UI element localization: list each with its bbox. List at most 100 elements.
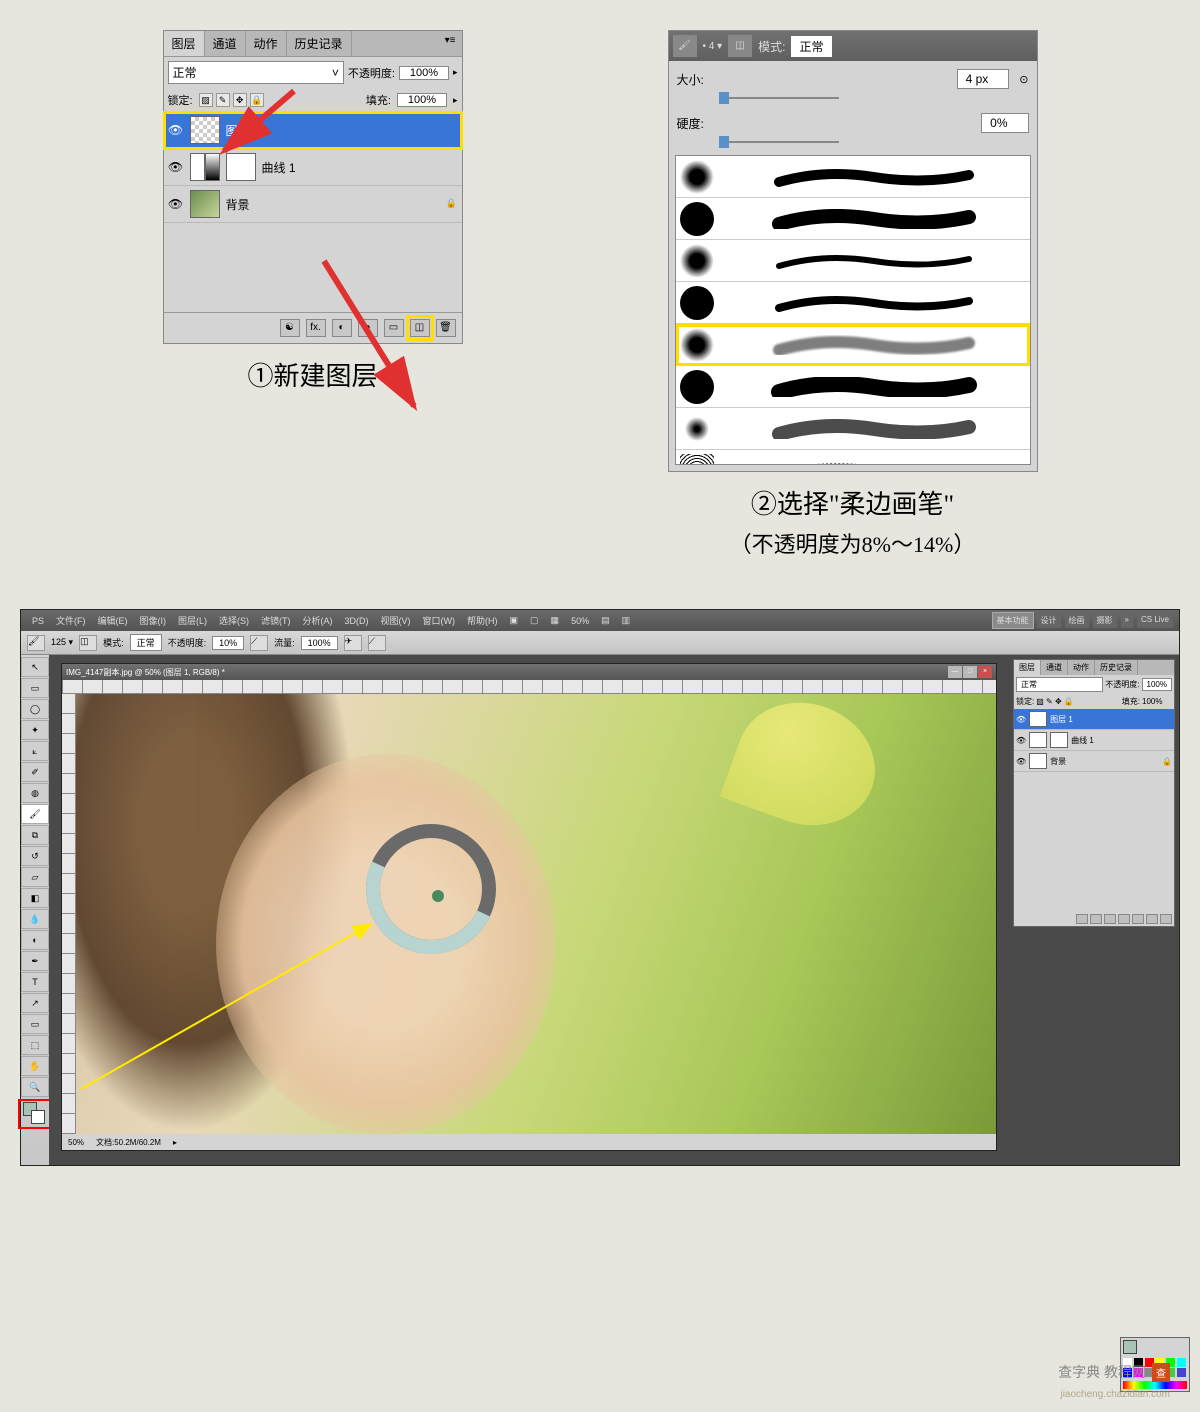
- color-swatch[interactable]: [21, 1102, 49, 1126]
- minimize-button[interactable]: —: [948, 666, 962, 678]
- brush-panel-toggle-icon[interactable]: ◫: [728, 35, 752, 57]
- brush-preset-item[interactable]: [676, 282, 1030, 324]
- dodge-tool[interactable]: ◐: [21, 930, 49, 950]
- lock-pixels-icon[interactable]: ✎: [216, 93, 230, 107]
- trash-icon[interactable]: [1160, 914, 1172, 924]
- path-tool[interactable]: ↗: [21, 993, 49, 1013]
- new-icon[interactable]: [1146, 914, 1158, 924]
- horizontal-ruler[interactable]: [62, 680, 996, 694]
- stamp-tool[interactable]: ⧉: [21, 825, 49, 845]
- brush-size-picker[interactable]: 125 ▾: [51, 637, 73, 648]
- menu-3d[interactable]: 3D(D): [340, 614, 374, 628]
- mask-icon[interactable]: [1104, 914, 1116, 924]
- background-color[interactable]: [31, 1110, 45, 1124]
- layer-row-background[interactable]: 👁 背景 🔒: [164, 186, 462, 223]
- cs-live-button[interactable]: CS Live: [1137, 613, 1173, 628]
- menu-select[interactable]: 选择(S): [214, 612, 254, 629]
- blur-tool[interactable]: 💧: [21, 909, 49, 929]
- workspace-photography[interactable]: 摄影: [1093, 613, 1117, 628]
- mode-select[interactable]: 正常: [130, 634, 162, 651]
- visibility-icon[interactable]: 👁: [1016, 715, 1026, 724]
- brush-tool-icon[interactable]: 🖌: [673, 35, 697, 57]
- workspace-painting[interactable]: 绘画: [1065, 613, 1089, 628]
- hardness-input[interactable]: 0%: [981, 113, 1028, 133]
- tab-history[interactable]: 历史记录: [287, 31, 352, 56]
- brush-preset-item[interactable]: [676, 156, 1030, 198]
- layer-mask-icon[interactable]: ◐: [332, 319, 352, 337]
- adjustment-icon[interactable]: [1118, 914, 1130, 924]
- tab-layers[interactable]: 图层: [164, 31, 205, 56]
- menu-layer[interactable]: 图层(L): [173, 612, 212, 629]
- mini-tab-actions[interactable]: 动作: [1068, 660, 1095, 675]
- view-icon[interactable]: ▥: [617, 613, 636, 628]
- flyout-icon[interactable]: ⊙: [1019, 73, 1028, 86]
- visibility-icon[interactable]: 👁: [1016, 757, 1026, 766]
- brush-tool[interactable]: 🖌: [21, 804, 49, 824]
- marquee-tool[interactable]: ▭: [21, 678, 49, 698]
- layer-mask-thumbnail[interactable]: [1050, 732, 1068, 748]
- brush-preset-item[interactable]: [676, 198, 1030, 240]
- menu-window[interactable]: 窗口(W): [418, 612, 461, 629]
- link-layers-icon[interactable]: ☯: [280, 319, 300, 337]
- menu-filter[interactable]: 滤镜(T): [256, 612, 296, 629]
- visibility-icon[interactable]: 👁: [1016, 736, 1026, 745]
- close-button[interactable]: ×: [978, 666, 992, 678]
- layer-row-curves[interactable]: 👁 曲线 1: [164, 149, 462, 186]
- brush-hud-ring[interactable]: [366, 824, 496, 954]
- brush-preset-item-soft[interactable]: [676, 324, 1030, 366]
- menu-edit[interactable]: 编辑(E): [93, 612, 133, 629]
- brush-size-indicator[interactable]: • 4 ▾: [703, 41, 723, 52]
- brush-panel-icon[interactable]: ◫: [79, 635, 97, 651]
- pressure-size-icon[interactable]: ⟋: [368, 635, 386, 651]
- lock-all-icon[interactable]: 🔒: [250, 93, 264, 107]
- menu-file[interactable]: 文件(F): [51, 612, 91, 629]
- tool-preset-icon[interactable]: 🖌: [27, 635, 45, 651]
- document-titlebar[interactable]: IMG_4147副本.jpg @ 50% (图层 1, RGB/8) * — □…: [62, 664, 996, 680]
- mini-fill-input[interactable]: 100%: [1142, 697, 1172, 706]
- wand-tool[interactable]: ✦: [21, 720, 49, 740]
- link-icon[interactable]: [1076, 914, 1088, 924]
- layer-mask-thumbnail[interactable]: [226, 153, 256, 181]
- layer-thumbnail[interactable]: [1029, 732, 1047, 748]
- vertical-ruler[interactable]: [62, 694, 76, 1134]
- adjustment-layer-icon[interactable]: ◑: [358, 319, 378, 337]
- panel-menu-icon[interactable]: ▾≡: [439, 31, 462, 56]
- eraser-tool[interactable]: ▱: [21, 867, 49, 887]
- hardness-slider[interactable]: [669, 141, 1037, 149]
- mini-lock-icons[interactable]: ▨ ✎ ✥ 🔒: [1036, 697, 1074, 706]
- canvas[interactable]: [76, 694, 996, 1134]
- pen-tool[interactable]: ✒: [21, 951, 49, 971]
- size-slider[interactable]: [669, 97, 1037, 105]
- layer-fx-icon[interactable]: fx.: [306, 319, 326, 337]
- lock-position-icon[interactable]: ✥: [233, 93, 247, 107]
- layer-thumbnail[interactable]: [190, 116, 220, 144]
- menu-ps[interactable]: PS: [27, 614, 49, 628]
- blend-mode-select[interactable]: 正常 ˅: [168, 61, 344, 84]
- mini-tab-channels[interactable]: 通道: [1041, 660, 1068, 675]
- layer-row-layer1[interactable]: 👁 图层 1: [164, 112, 462, 149]
- tab-channels[interactable]: 通道: [205, 31, 246, 56]
- hue-slider[interactable]: [1123, 1381, 1187, 1389]
- maximize-button[interactable]: □: [963, 666, 977, 678]
- mini-opacity-input[interactable]: 100%: [1142, 678, 1172, 691]
- mini-layer-row[interactable]: 👁 曲线 1: [1014, 730, 1174, 751]
- zoom-percentage[interactable]: 50%: [68, 1138, 84, 1147]
- adjustment-layer-thumbnail[interactable]: [190, 153, 220, 181]
- crop-tool[interactable]: ⟀: [21, 741, 49, 761]
- history-brush-tool[interactable]: ↺: [21, 846, 49, 866]
- opacity-flyout-icon[interactable]: ▸: [453, 67, 458, 78]
- opacity-input[interactable]: 100%: [399, 66, 449, 80]
- brush-preset-item[interactable]: [676, 240, 1030, 282]
- workspace-essentials[interactable]: 基本功能: [993, 613, 1033, 628]
- workspace-more-icon[interactable]: »: [1121, 613, 1133, 628]
- screen-mode-icon[interactable]: ▢: [525, 613, 544, 628]
- mini-layer-row[interactable]: 👁 背景 🔒: [1014, 751, 1174, 772]
- brush-mode-select[interactable]: 正常: [791, 36, 831, 57]
- screen-mode-icon[interactable]: ▦: [546, 613, 565, 628]
- eyedropper-tool[interactable]: ✐: [21, 762, 49, 782]
- heal-tool[interactable]: ◍: [21, 783, 49, 803]
- move-tool[interactable]: ↖: [21, 657, 49, 677]
- visibility-icon[interactable]: 👁: [168, 122, 184, 138]
- layer-thumbnail[interactable]: [190, 190, 220, 218]
- status-flyout-icon[interactable]: ▸: [173, 1138, 177, 1147]
